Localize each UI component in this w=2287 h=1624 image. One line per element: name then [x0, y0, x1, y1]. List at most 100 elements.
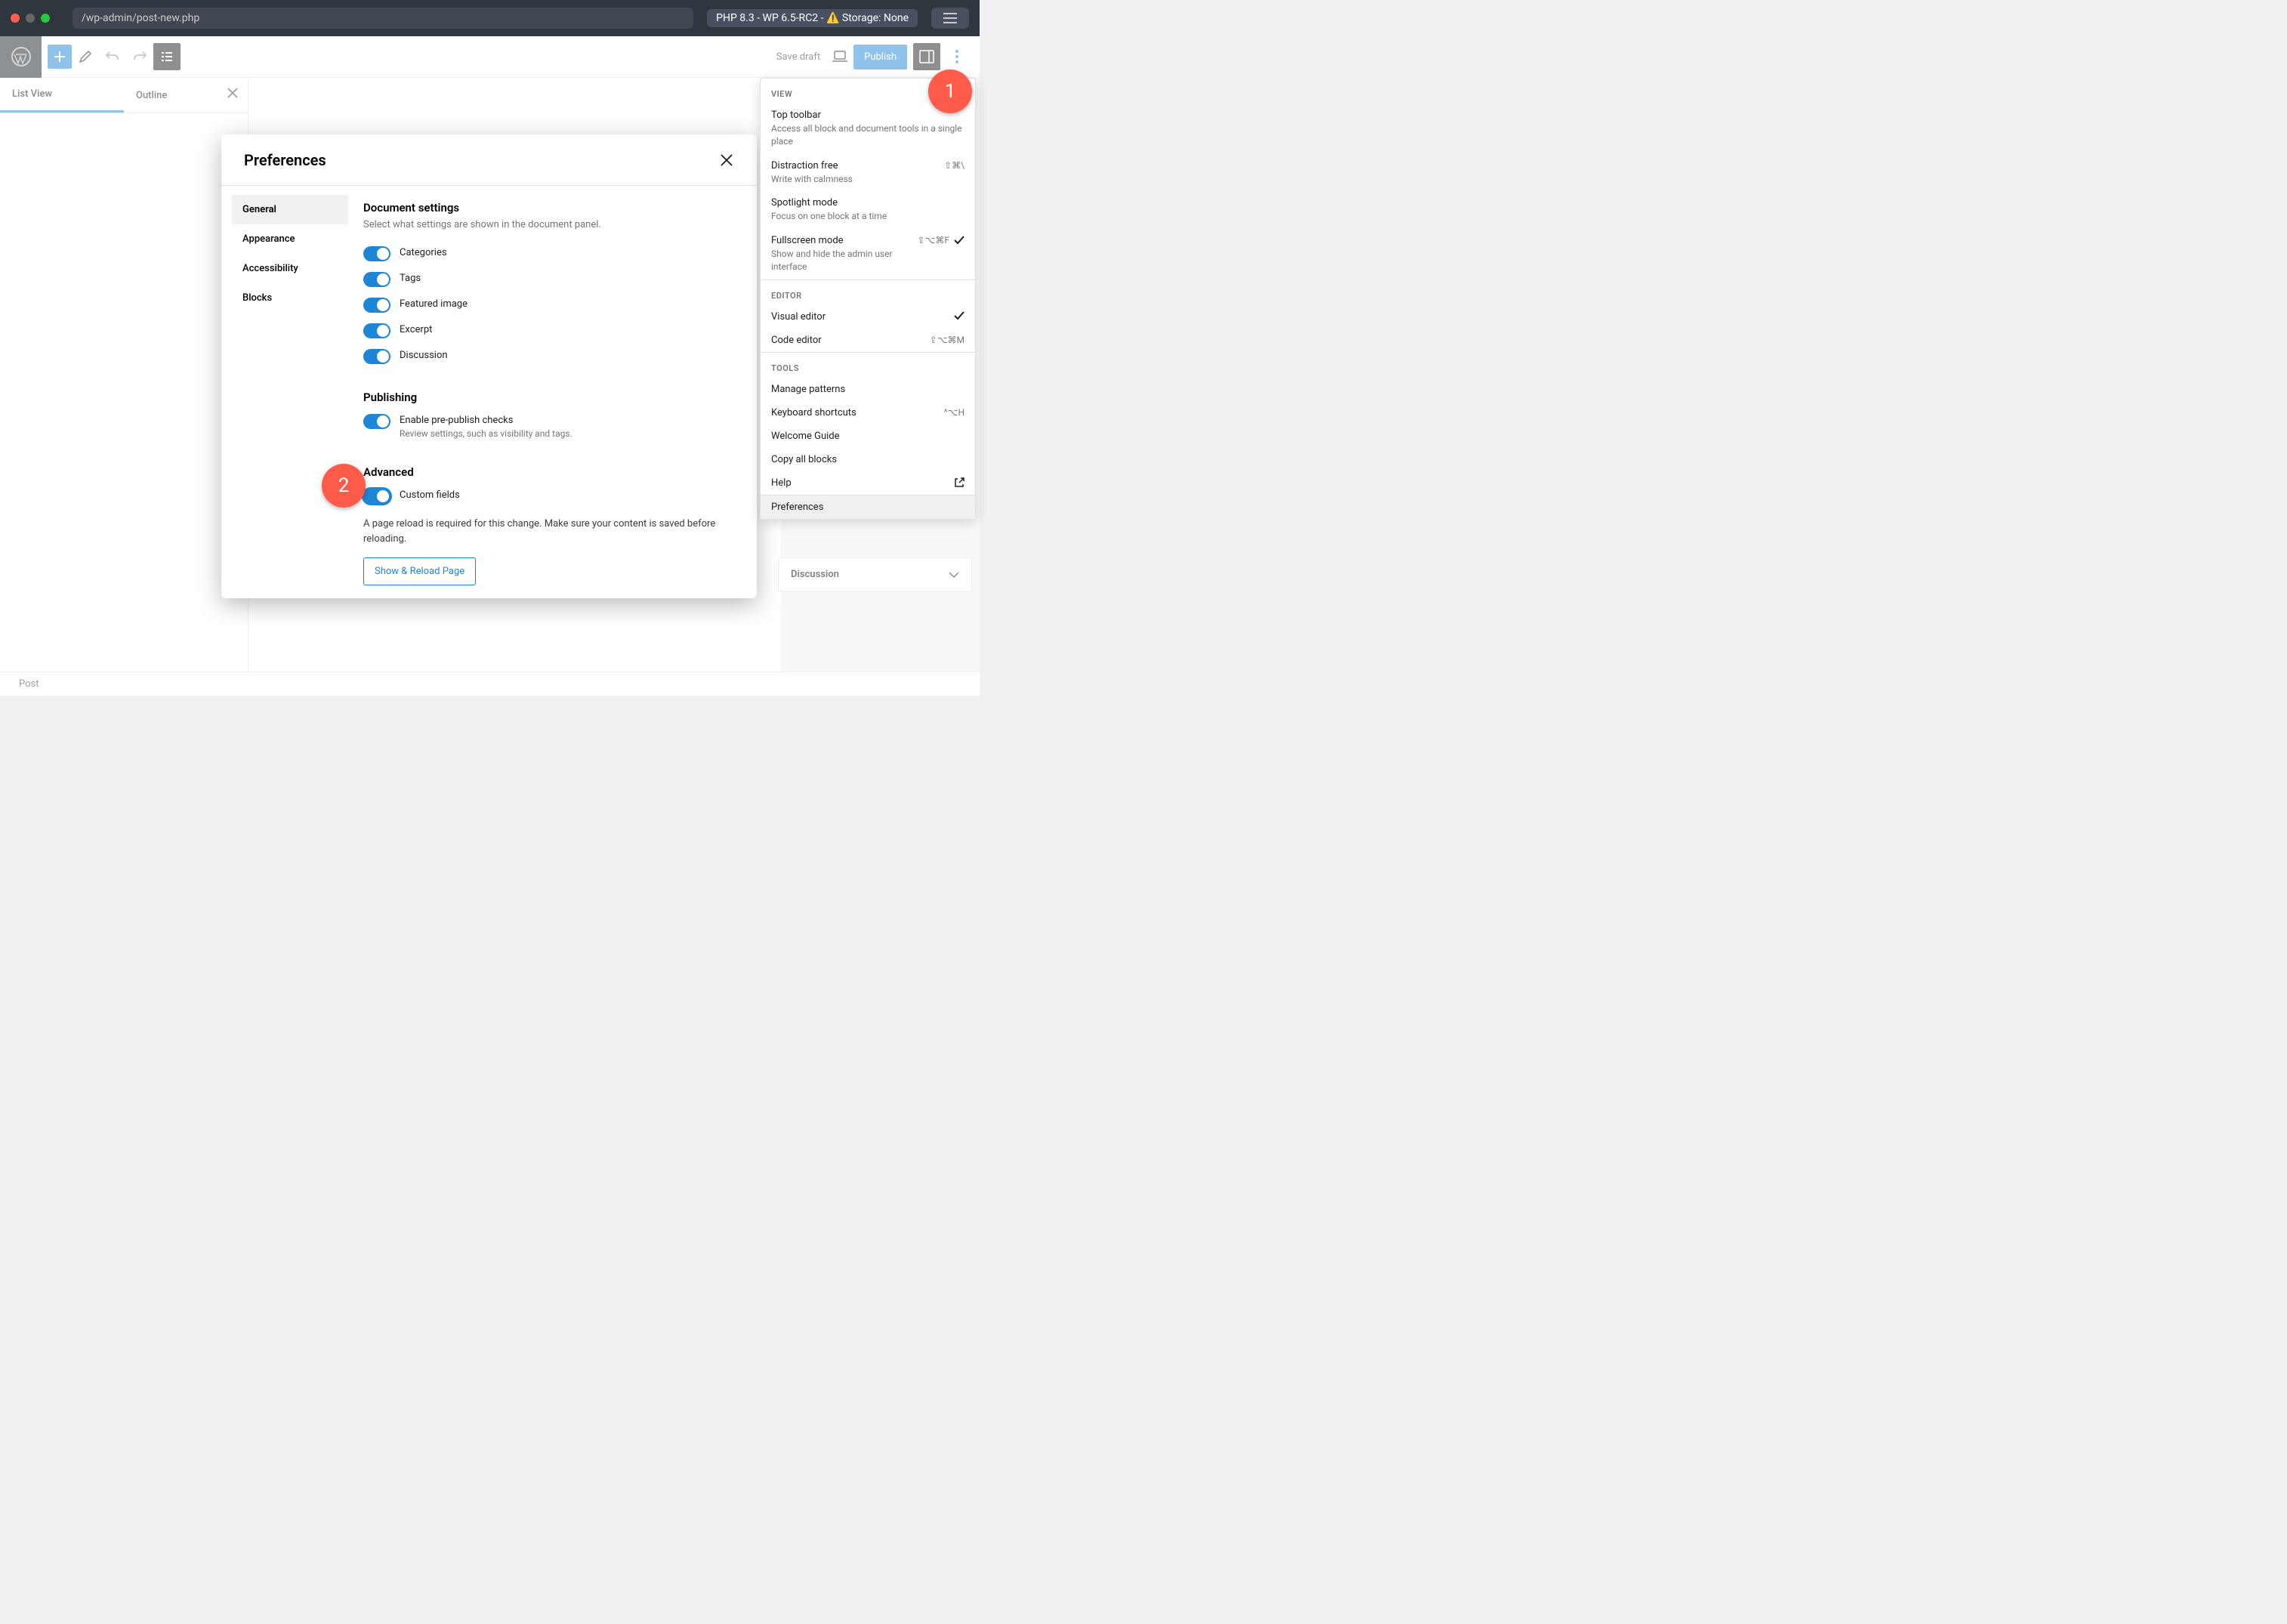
add-block-button[interactable] — [48, 45, 72, 69]
toggle-prepublish-checks[interactable] — [363, 414, 390, 429]
section-desc-document-settings: Select what settings are shown in the do… — [363, 219, 731, 230]
menu-help-title: Help — [771, 477, 792, 489]
modal-header: Preferences — [221, 134, 757, 186]
check-icon — [954, 236, 964, 245]
modal-nav: General Appearance Accessibility Blocks — [221, 186, 359, 598]
toggle-discussion-label: Discussion — [400, 349, 448, 361]
close-window-icon[interactable] — [11, 14, 20, 23]
discussion-panel-header[interactable]: Discussion — [779, 558, 971, 591]
menu-fullscreen-desc: Show and hide the admin user interface — [771, 248, 911, 273]
menu-code-editor[interactable]: Code editor ⇧⌥⌘M — [761, 329, 975, 352]
plus-icon — [52, 49, 67, 64]
toggle-featured-image[interactable] — [363, 298, 390, 313]
menu-copy-all-blocks[interactable]: Copy all blocks — [761, 448, 975, 471]
editor-footer: Post — [0, 672, 980, 696]
menu-spotlight[interactable]: Spotlight modeFocus on one block at a ti… — [761, 191, 975, 229]
edit-tool-button[interactable] — [72, 43, 99, 70]
browser-menu-button[interactable] — [931, 8, 969, 29]
check-icon — [954, 311, 964, 320]
menu-distraction-free-shortcut: ⇧⌘\ — [944, 160, 964, 171]
toggle-tags[interactable] — [363, 272, 390, 287]
menu-top-toolbar-desc: Access all block and document tools in a… — [771, 122, 964, 148]
menu-preferences[interactable]: Preferences — [761, 496, 975, 519]
menu-manage-patterns[interactable]: Manage patterns — [761, 378, 975, 401]
close-overview-button[interactable] — [227, 87, 239, 99]
toggle-custom-fields[interactable] — [363, 489, 390, 504]
menu-top-toolbar-title: Top toolbar — [771, 110, 964, 121]
menu-code-editor-title: Code editor — [771, 335, 924, 346]
tab-list-view[interactable]: List View — [0, 78, 124, 113]
list-view-icon — [159, 49, 174, 64]
toggle-discussion[interactable] — [363, 349, 390, 364]
menu-keyboard-shortcuts-title: Keyboard shortcuts — [771, 407, 856, 418]
wp-logo-button[interactable] — [0, 36, 42, 78]
modal-title: Preferences — [244, 151, 326, 169]
nav-blocks[interactable]: Blocks — [232, 283, 348, 313]
redo-button[interactable] — [126, 43, 153, 70]
dropdown-section-tools: Tools — [761, 353, 975, 378]
kebab-icon — [955, 50, 958, 63]
toggle-custom-fields-label: Custom fields — [400, 489, 460, 501]
close-icon — [227, 87, 239, 99]
menu-preferences-title: Preferences — [771, 502, 823, 513]
undo-button[interactable] — [99, 43, 126, 70]
menu-copy-all-blocks-title: Copy all blocks — [771, 454, 837, 465]
menu-welcome-guide-title: Welcome Guide — [771, 431, 840, 442]
undo-icon — [105, 49, 120, 64]
menu-distraction-free-desc: Write with calmness — [771, 173, 938, 186]
nav-appearance[interactable]: Appearance — [232, 224, 348, 254]
laptop-icon — [832, 50, 848, 63]
save-draft-button[interactable]: Save draft — [770, 45, 826, 69]
external-link-icon — [954, 477, 964, 488]
discussion-panel: Discussion — [778, 557, 972, 591]
menu-keyboard-shortcuts-shortcut: ^⌥H — [944, 407, 964, 418]
menu-distraction-free-title: Distraction free — [771, 160, 938, 171]
traffic-lights — [11, 14, 50, 23]
menu-help[interactable]: Help — [761, 471, 975, 495]
show-reload-button[interactable]: Show & Reload Page — [363, 557, 476, 585]
options-dropdown: View Top toolbarAccess all block and doc… — [760, 78, 976, 520]
editor-top-toolbar: Save draft Publish — [0, 36, 980, 78]
publish-button[interactable]: Publish — [853, 45, 907, 69]
preferences-modal: Preferences General Appearance Accessibi… — [221, 134, 757, 598]
section-title-advanced: Advanced — [363, 465, 731, 479]
toggle-prepublish-sublabel: Review settings, such as visibility and … — [400, 428, 573, 439]
toggle-categories-label: Categories — [400, 246, 447, 258]
toggle-prepublish-label: Enable pre-publish checks — [400, 414, 573, 426]
menu-welcome-guide[interactable]: Welcome Guide — [761, 425, 975, 448]
toggle-excerpt[interactable] — [363, 323, 390, 338]
options-menu-button[interactable] — [943, 43, 971, 70]
menu-visual-editor-title: Visual editor — [771, 311, 948, 323]
menu-fullscreen[interactable]: Fullscreen mode Show and hide the admin u… — [761, 229, 975, 279]
toggle-excerpt-label: Excerpt — [400, 323, 432, 335]
menu-fullscreen-shortcut: ⇧⌥⌘F — [917, 235, 949, 245]
nav-accessibility[interactable]: Accessibility — [232, 254, 348, 283]
redo-icon — [132, 49, 147, 64]
toggle-tags-label: Tags — [400, 272, 421, 284]
menu-distraction-free[interactable]: Distraction free Write with calmness ⇧⌘\ — [761, 154, 975, 192]
minimize-window-icon[interactable] — [26, 14, 35, 23]
menu-keyboard-shortcuts[interactable]: Keyboard shortcuts ^⌥H — [761, 401, 975, 425]
menu-spotlight-title: Spotlight mode — [771, 197, 964, 208]
nav-general[interactable]: General — [232, 195, 348, 224]
discussion-panel-title: Discussion — [791, 569, 839, 580]
document-overview-panel — [0, 113, 248, 672]
reload-note: A page reload is required for this chang… — [363, 517, 731, 547]
section-title-document-settings: Document settings — [363, 201, 731, 215]
menu-fullscreen-title: Fullscreen mode — [771, 235, 911, 246]
breadcrumb[interactable]: Post — [19, 678, 39, 690]
environment-badge: PHP 8.3 - WP 6.5-RC2 - ⚠️ Storage: None — [707, 9, 918, 27]
menu-visual-editor[interactable]: Visual editor — [761, 305, 975, 329]
zoom-window-icon[interactable] — [41, 14, 50, 23]
document-overview-button[interactable] — [153, 43, 181, 70]
toggle-categories[interactable] — [363, 246, 390, 261]
url-bar[interactable]: /wp-admin/post-new.php — [73, 8, 693, 29]
dropdown-section-editor: Editor — [761, 280, 975, 305]
hamburger-icon — [943, 13, 957, 23]
annotation-badge-2: 2 — [322, 464, 366, 508]
browser-chrome: /wp-admin/post-new.php PHP 8.3 - WP 6.5-… — [0, 0, 980, 36]
settings-sidebar-toggle[interactable] — [913, 43, 940, 70]
preview-button[interactable] — [826, 43, 853, 70]
modal-close-button[interactable] — [719, 153, 734, 168]
menu-manage-patterns-title: Manage patterns — [771, 384, 845, 395]
